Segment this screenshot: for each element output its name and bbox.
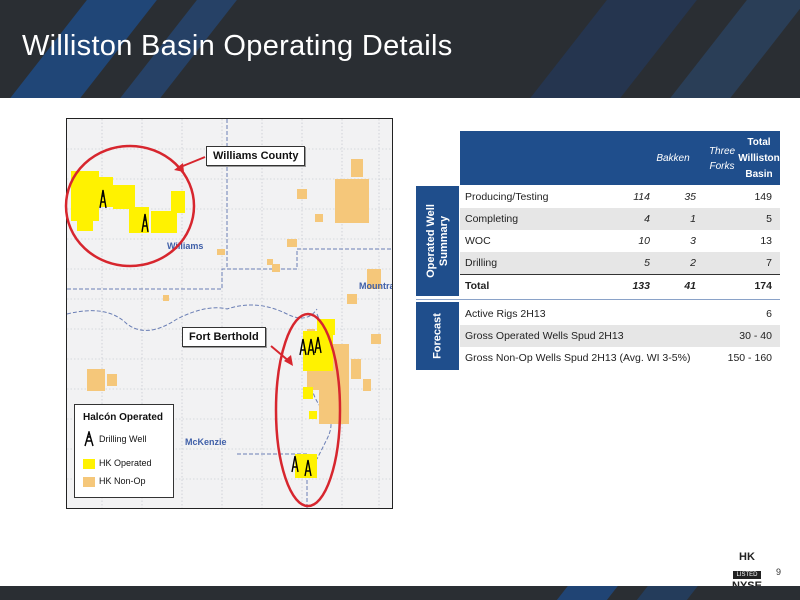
forecast-row: Gross Non-Op Wells Spud 2H13 (Avg. WI 3-… xyxy=(460,347,780,369)
cell-total: 174 xyxy=(754,280,772,292)
row-label: Total xyxy=(465,280,490,292)
legend-title: Halcón Operated xyxy=(83,412,164,423)
logo-listed: LISTED xyxy=(733,571,761,579)
table-row: Completing 4 1 5 xyxy=(460,208,780,230)
cell-value: 6 xyxy=(766,308,772,320)
cell-bakken: 10 xyxy=(638,235,650,247)
row-label: Completing xyxy=(465,213,519,225)
row-label: Gross Non-Op Wells Spud 2H13 (Avg. WI 3-… xyxy=(465,352,691,364)
table-row: WOC 10 3 13 xyxy=(460,230,780,252)
operating-summary-table: Bakken Three Forks Total Williston Basin… xyxy=(416,131,780,371)
cell-three-forks: 41 xyxy=(684,280,696,292)
forecast-section-label: Forecast xyxy=(416,302,459,370)
hk-non-op-swatch xyxy=(83,477,95,487)
cell-three-forks: 3 xyxy=(690,235,696,247)
hk-operated-swatch xyxy=(83,459,95,469)
footer-band xyxy=(0,586,800,600)
footer-stripe xyxy=(544,586,626,600)
header-three-forks-1: Three xyxy=(708,146,736,157)
header-three-forks-2: Forks xyxy=(709,161,735,172)
map-label-williams: Williams xyxy=(167,241,204,251)
callout-williams-county: Williams County xyxy=(206,146,306,166)
row-label: Gross Operated Wells Spud 2H13 xyxy=(465,330,624,342)
map-label-mountrail: Mountra xyxy=(359,281,393,291)
operated-label-line2: Summary xyxy=(437,215,450,267)
forecast-row: Gross Operated Wells Spud 2H13 30 - 40 xyxy=(460,325,780,347)
logo-ticker: HK xyxy=(739,551,755,563)
cell-bakken: 133 xyxy=(632,280,650,292)
callout-fort-berthold: Fort Berthold xyxy=(182,327,266,347)
header-total-2: Williston xyxy=(738,153,780,164)
cell-three-forks: 35 xyxy=(684,191,696,203)
cell-three-forks: 2 xyxy=(690,257,696,269)
forecast-row: Active Rigs 2H13 6 xyxy=(460,303,780,325)
map-label-mckenzie: McKenzie xyxy=(185,437,227,447)
legend-label-hk-non-op: HK Non-Op xyxy=(99,476,146,486)
header-band: Williston Basin Operating Details xyxy=(0,0,800,98)
cell-total: 5 xyxy=(766,213,772,225)
cell-three-forks: 1 xyxy=(690,213,696,225)
section-divider xyxy=(416,299,780,300)
table-row: Producing/Testing 114 35 149 xyxy=(460,186,780,208)
drilling-well-icon xyxy=(84,431,94,447)
cell-value: 30 - 40 xyxy=(739,330,772,342)
map-legend: Halcón Operated Drilling Well HK Operate… xyxy=(74,404,174,498)
header-total-1: Total xyxy=(747,137,771,148)
table-row: Drilling 5 2 7 xyxy=(460,252,780,274)
legend-label-drilling-well: Drilling Well xyxy=(99,434,147,444)
legend-label-hk-operated: HK Operated xyxy=(99,458,152,468)
table-header: Bakken Three Forks Total Williston Basin xyxy=(460,131,780,185)
operated-label-line1: Operated Well xyxy=(424,204,437,278)
cell-value: 150 - 160 xyxy=(727,352,772,364)
footer-stripe xyxy=(624,586,706,600)
header-bakken: Bakken xyxy=(656,153,690,164)
table-row-total: Total 133 41 174 xyxy=(460,274,780,297)
cell-bakken: 5 xyxy=(644,257,650,269)
cell-total: 149 xyxy=(754,191,772,203)
cell-bakken: 114 xyxy=(633,191,650,203)
row-label: Active Rigs 2H13 xyxy=(465,308,546,320)
operated-section-label: Operated Well Summary xyxy=(416,186,459,296)
nyse-listed-logo: HK LISTED NYSE xyxy=(726,551,768,592)
page-number: 9 xyxy=(776,567,782,577)
page-title: Williston Basin Operating Details xyxy=(22,30,453,62)
forecast-label: Forecast xyxy=(431,313,443,359)
row-label: Drilling xyxy=(465,257,498,269)
row-label: Producing/Testing xyxy=(465,191,549,203)
cell-total: 7 xyxy=(766,257,772,269)
row-label: WOC xyxy=(465,235,491,247)
cell-bakken: 4 xyxy=(644,213,650,225)
cell-total: 13 xyxy=(760,235,772,247)
header-total-3: Basin xyxy=(745,169,773,180)
